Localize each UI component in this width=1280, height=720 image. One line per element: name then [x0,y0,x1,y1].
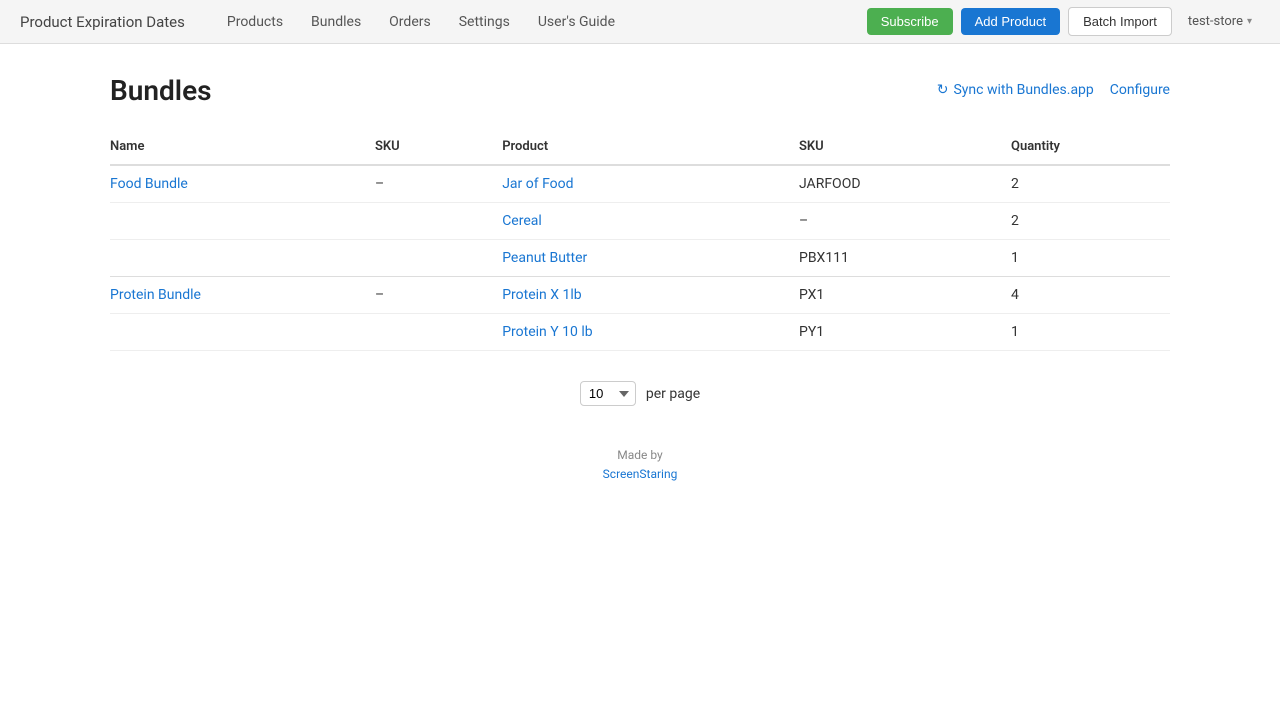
bundle-name-link[interactable]: Protein Bundle [110,287,201,303]
table-row: Protein Bundle –Protein X 1lb PX14 [110,277,1170,314]
product-quantity-cell: 1 [1011,314,1170,351]
table-row: Protein Y 10 lb PY11 [110,314,1170,351]
product-sku-cell: JARFOOD [799,165,1011,203]
nav-link-bundles[interactable]: Bundles [299,0,373,44]
product-sku-cell: PX1 [799,277,1011,314]
table-header-row: Name SKU Product SKU Quantity [110,131,1170,165]
add-product-button[interactable]: Add Product [961,8,1061,35]
nav-link-settings[interactable]: Settings [447,0,522,44]
navbar: Product Expiration Dates Products Bundle… [0,0,1280,44]
bundle-sku-cell [375,203,502,240]
product-name-cell: Peanut Butter [502,240,799,277]
store-dropdown[interactable]: test-store ▾ [1180,10,1260,33]
product-quantity-cell: 4 [1011,277,1170,314]
table-body: Food Bundle–Jar of FoodJARFOOD2Cereal–2P… [110,165,1170,351]
col-header-sku-bundle: SKU [375,131,502,165]
sync-bundles-link[interactable]: ↻ Sync with Bundles.app [937,82,1094,98]
navbar-actions: Subscribe Add Product Batch Import test-… [867,7,1260,36]
bundles-table: Name SKU Product SKU Quantity Food Bundl… [110,131,1170,351]
col-header-quantity: Quantity [1011,131,1170,165]
col-header-product: Product [502,131,799,165]
pagination-row: 102550100 per page [110,381,1170,406]
bundle-name-link[interactable]: Food Bundle [110,176,188,192]
product-name-link[interactable]: Jar of Food [502,176,573,192]
product-sku-cell: PY1 [799,314,1011,351]
bundle-sku-cell: – [375,277,502,314]
per-page-label: per page [646,386,700,402]
store-name: test-store [1188,14,1243,29]
product-name-link[interactable]: Protein Y 10 lb [502,324,592,340]
product-name-cell: Protein Y 10 lb [502,314,799,351]
made-by-text: Made by [617,448,662,462]
table-head: Name SKU Product SKU Quantity [110,131,1170,165]
product-quantity-cell: 2 [1011,165,1170,203]
sync-label: Sync with Bundles.app [953,82,1093,98]
footer: Made by ScreenStaring [110,446,1170,484]
bundle-name-cell [110,203,375,240]
bundle-sku-cell [375,240,502,277]
app-brand: Product Expiration Dates [20,13,185,31]
table-row: Food Bundle –Jar of Food JARFOOD2 [110,165,1170,203]
bundle-name-cell [110,240,375,277]
sync-icon: ↻ [937,82,949,98]
chevron-down-icon: ▾ [1247,16,1252,27]
nav-link-orders[interactable]: Orders [377,0,443,44]
company-link[interactable]: ScreenStaring [603,467,678,481]
bundle-sku-cell [375,314,502,351]
col-header-sku-product: SKU [799,131,1011,165]
page-actions: ↻ Sync with Bundles.app Configure [937,82,1170,98]
product-sku-cell: – [799,203,1011,240]
nav-link-products[interactable]: Products [215,0,295,44]
product-name-cell: Protein X 1lb [502,277,799,314]
table-row: Peanut Butter PBX1111 [110,240,1170,277]
table-row: Cereal –2 [110,203,1170,240]
product-quantity-cell: 1 [1011,240,1170,277]
page-header: Bundles ↻ Sync with Bundles.app Configur… [110,74,1170,107]
bundle-name-cell: Protein Bundle [110,277,375,314]
main-nav: Products Bundles Orders Settings User's … [215,0,867,44]
product-name-cell: Jar of Food [502,165,799,203]
bundle-name-cell [110,314,375,351]
product-sku-cell: PBX111 [799,240,1011,277]
main-content: Bundles ↻ Sync with Bundles.app Configur… [90,44,1190,514]
nav-link-guide[interactable]: User's Guide [526,0,627,44]
product-quantity-cell: 2 [1011,203,1170,240]
page-title: Bundles [110,74,212,107]
product-name-cell: Cereal [502,203,799,240]
product-name-link[interactable]: Cereal [502,213,542,229]
col-header-name: Name [110,131,375,165]
product-name-link[interactable]: Protein X 1lb [502,287,581,303]
bundle-name-cell: Food Bundle [110,165,375,203]
configure-link[interactable]: Configure [1110,82,1170,98]
bundle-sku-cell: – [375,165,502,203]
product-name-link[interactable]: Peanut Butter [502,250,587,266]
batch-import-button[interactable]: Batch Import [1068,7,1172,36]
subscribe-button[interactable]: Subscribe [867,8,953,35]
per-page-select[interactable]: 102550100 [580,381,636,406]
